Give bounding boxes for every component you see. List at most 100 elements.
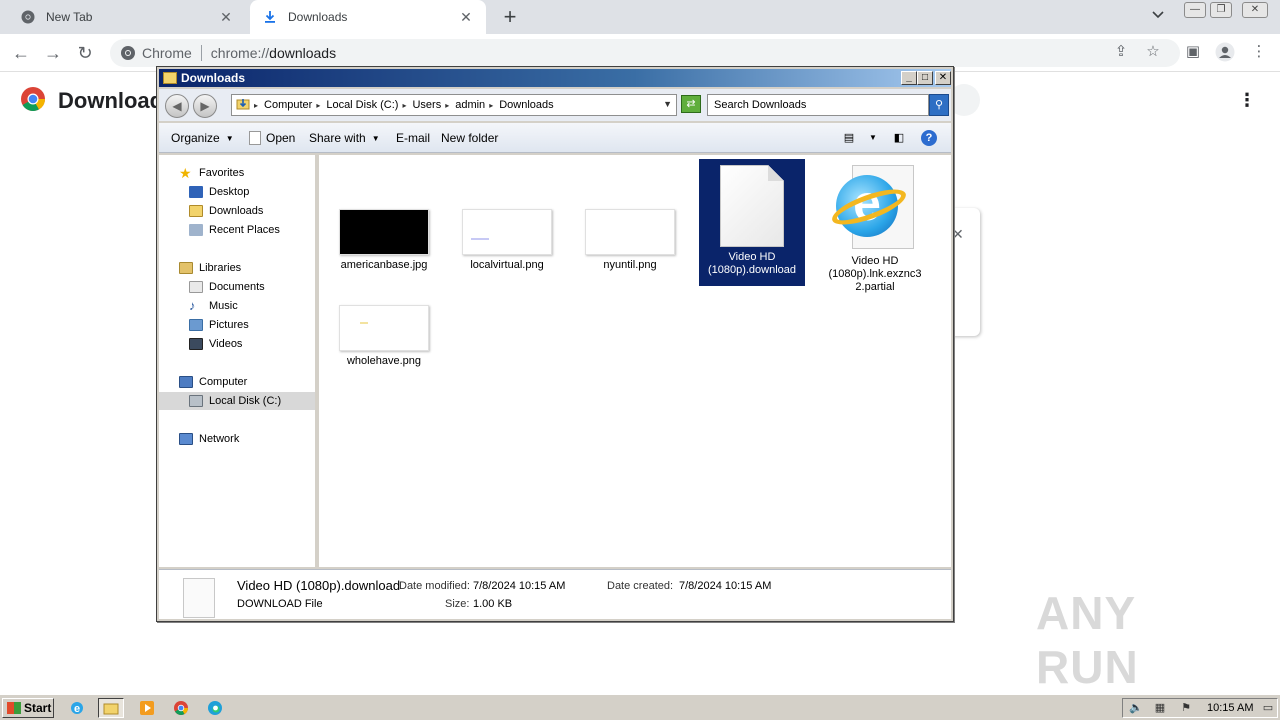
image-thumbnail [339,209,429,255]
breadcrumb-separator-icon[interactable]: ▸ [445,101,449,110]
chrome-menu-icon[interactable]: ⋮ [1248,42,1270,60]
explorer-window: Downloads _ □ ✕ ◀ ▶ ▸ Computer ▸ Local D… [156,66,954,622]
breadcrumb-users[interactable]: Users [412,99,441,111]
breadcrumb-separator-icon[interactable]: ▸ [489,101,493,110]
breadcrumb-local-disk[interactable]: Local Disk (C:) [326,99,398,111]
forward-icon[interactable]: ▶ [193,94,217,118]
new-tab-button[interactable]: + [498,4,522,30]
breadcrumb-computer[interactable]: Computer [264,99,312,111]
edge-icon[interactable] [202,698,228,718]
file-name-line: (1080p).lnk.exznc3 [828,268,922,280]
nav-documents[interactable]: Documents [189,278,265,296]
details-created-value: 7/8/2024 10:15 AM [679,580,772,592]
nav-downloads[interactable]: Downloads [189,202,263,220]
file-item[interactable]: americanbase.jpg [331,209,437,272]
close-icon[interactable]: ✕ [935,71,951,85]
media-player-icon[interactable] [134,698,160,718]
forward-arrow-icon[interactable]: → [42,42,64,64]
breadcrumb-separator-icon[interactable]: ▸ [402,101,406,110]
close-tab-icon[interactable]: ✕ [458,9,474,26]
bookmark-star-icon[interactable]: ☆ [1142,42,1164,60]
nav-computer[interactable]: Computer [179,373,247,391]
chrome-tab-strip: New Tab ✕ Downloads ✕ + — ❐ ✕ [0,0,1280,34]
anyrun-watermark: ANY RUN [1036,587,1236,693]
nav-desktop[interactable]: Desktop [189,183,249,201]
email-button[interactable]: E-mail [396,131,430,145]
nav-music[interactable]: ♪ Music [189,297,238,315]
navigation-pane: ★ Favorites Desktop Downloads Recent Pla… [159,155,317,567]
network-icon [179,433,193,445]
explorer-title-bar[interactable]: Downloads _ □ ✕ [159,69,951,87]
profile-avatar-icon[interactable] [1214,42,1236,66]
back-icon[interactable]: ◀ [165,94,189,118]
breadcrumb-separator-icon[interactable]: ▸ [254,101,258,110]
action-center-flag-icon[interactable]: ⚑ [1179,702,1193,715]
reload-icon[interactable]: ↻ [74,42,96,64]
network-status-icon[interactable]: ▦ [1153,702,1167,715]
breadcrumb-separator-icon[interactable]: ▸ [316,101,320,110]
file-item[interactable]: e Video HD (1080p).lnk.exznc3 2.partial [822,165,928,294]
refresh-icon[interactable]: ⇄ [681,95,701,113]
search-icon[interactable]: ⚲ [929,94,949,116]
thumbnail-mark [360,322,368,324]
share-with-button[interactable]: Share with ▼ [309,131,380,145]
more-actions-icon[interactable]: ⋮ [1238,90,1256,111]
nav-libraries[interactable]: Libraries [179,259,241,277]
minimize-icon[interactable]: _ [901,71,917,85]
new-folder-button[interactable]: New folder [441,131,498,145]
nav-label: Local Disk (C:) [209,395,282,407]
tab-new-tab[interactable]: New Tab ✕ [8,0,246,34]
breadcrumb[interactable]: ▸ Computer ▸ Local Disk (C:) ▸ Users ▸ a… [231,94,677,116]
email-label: E-mail [396,131,431,145]
start-button[interactable]: Start [2,698,54,718]
clock[interactable]: 10:15 AM [1207,702,1253,714]
close-window-icon[interactable]: ✕ [1242,2,1268,18]
nav-favorites[interactable]: ★ Favorites [179,164,244,182]
organize-label: Organize [171,131,220,145]
search-input[interactable]: Search Downloads [707,94,929,116]
nav-pictures[interactable]: Pictures [189,316,249,334]
file-explorer-icon[interactable] [98,698,124,718]
share-icon[interactable]: ⇪ [1110,42,1132,60]
document-icon [249,131,261,145]
restore-window-icon[interactable]: ❐ [1210,2,1232,18]
side-panel-icon[interactable]: ▣ [1182,42,1204,60]
details-file-name: Video HD (1080p).download [237,578,401,593]
file-item[interactable]: nyuntil.png [577,209,683,272]
show-desktop-icon[interactable]: ▭ [1261,702,1275,715]
address-dropdown-icon[interactable]: ▼ [663,99,672,109]
file-item[interactable]: localvirtual.png [454,209,560,272]
address-bar[interactable]: Chrome chrome:// downloads [110,39,1180,67]
nav-videos[interactable]: Videos [189,335,242,353]
nav-label: Favorites [199,167,245,179]
tab-downloads[interactable]: Downloads ✕ [250,0,486,34]
image-thumbnail [585,209,675,255]
chrome-icon[interactable] [168,698,194,718]
nav-network[interactable]: Network [179,430,239,448]
organize-button[interactable]: Organize ▼ [171,131,234,145]
minimize-window-icon[interactable]: — [1184,2,1206,18]
change-view-icon[interactable]: ▤ [841,130,857,146]
file-item-selected[interactable]: Video HD (1080p).download [699,159,805,286]
back-arrow-icon[interactable]: ← [10,42,32,64]
close-tab-icon[interactable]: ✕ [218,9,234,26]
breadcrumb-admin[interactable]: admin [455,99,485,111]
breadcrumb-downloads[interactable]: Downloads [499,99,553,111]
maximize-icon[interactable]: □ [917,71,933,85]
nav-label: Pictures [209,319,249,331]
file-item[interactable]: wholehave.png [331,305,437,368]
nav-label: Downloads [209,205,264,217]
view-options-chevron-icon[interactable]: ▼ [865,130,881,146]
preview-pane-icon[interactable]: ◧ [891,130,907,146]
help-icon[interactable]: ? [921,130,937,146]
new-folder-label: New folder [441,131,499,145]
internet-explorer-icon[interactable]: e [64,698,90,718]
nav-local-disk[interactable]: Local Disk (C:) [159,392,315,410]
volume-icon[interactable]: 🔈 [1129,702,1143,715]
details-size-label: Size: [445,598,470,610]
videos-icon [189,338,203,350]
tab-search-chevron-icon[interactable] [1152,8,1164,22]
libraries-icon [179,262,193,274]
nav-recent-places[interactable]: Recent Places [189,221,280,239]
open-button[interactable]: Open [249,131,295,145]
